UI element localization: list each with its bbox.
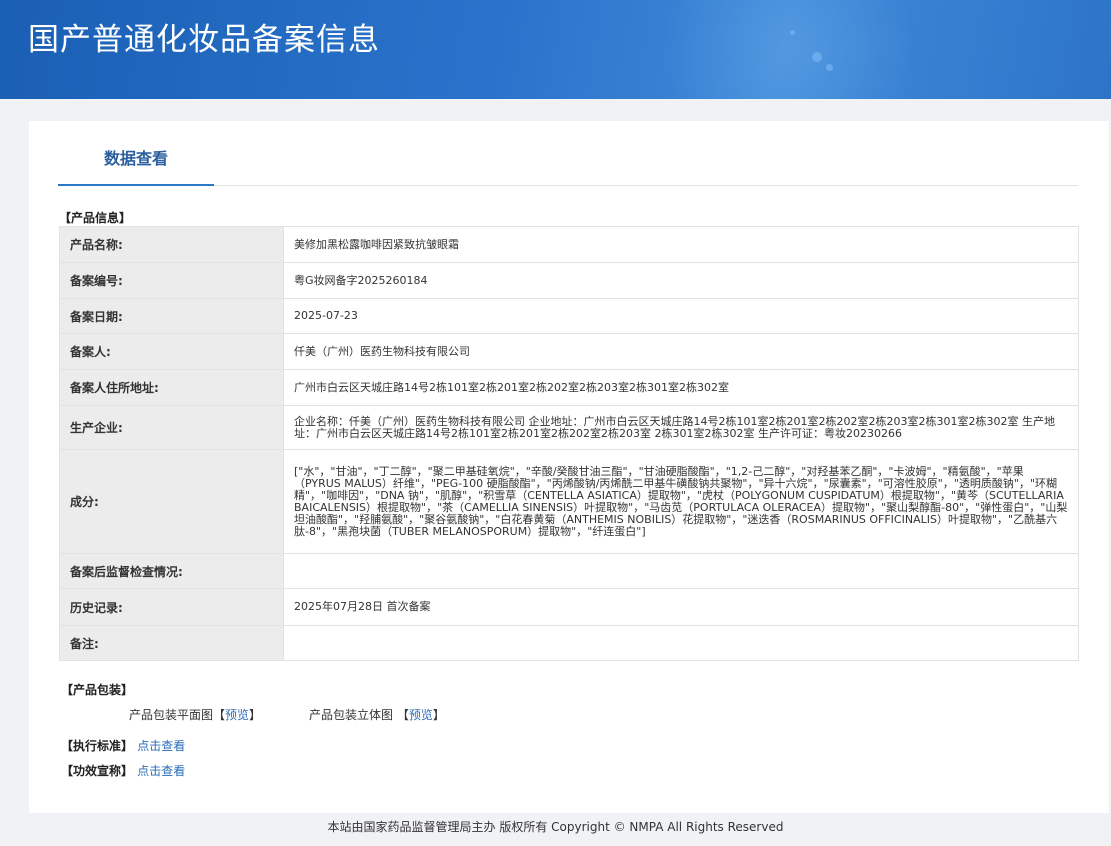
banner-dot bbox=[812, 52, 822, 62]
standard-view-link[interactable]: 点击查看 bbox=[137, 739, 185, 753]
info-row-value: 粤G妆网备字2025260184 bbox=[283, 262, 1079, 299]
product-info-heading: 【产品信息】 bbox=[59, 211, 132, 225]
info-row: 生产企业: 企业名称：仟美（广州）医药生物科技有限公司 企业地址：广州市白云区天城… bbox=[59, 405, 1079, 450]
info-row-value: 广州市白云区天城庄路14号2栋101室2栋201室2栋202室2栋203室2栋3… bbox=[283, 369, 1079, 406]
info-row: 历史记录: 2025年07月28日 首次备案 bbox=[59, 588, 1079, 626]
info-row-value: 2025-07-23 bbox=[283, 298, 1079, 334]
footer-copyright: 本站由国家药品监督管理局主办 版权所有 Copyright © NMPA All… bbox=[327, 820, 784, 834]
info-row: 产品名称: 美修加黑松露咖啡因紧致抗皱眼霜 bbox=[59, 226, 1079, 263]
info-row: 备注: bbox=[59, 625, 1079, 661]
info-row-key: 备案后监督检查情况: bbox=[59, 553, 284, 589]
bracket-close: 】 bbox=[249, 708, 262, 722]
packaging-heading: 【产品包装】 bbox=[61, 683, 134, 697]
info-row-key: 备案编号: bbox=[59, 262, 284, 299]
info-row-value bbox=[283, 625, 1079, 661]
info-row: 备案编号: 粤G妆网备字2025260184 bbox=[59, 262, 1079, 299]
page-title: 国产普通化妆品备案信息 bbox=[28, 22, 380, 58]
bracket-open: 【 bbox=[213, 708, 226, 722]
packaging-solid: 产品包装立体图 【预览】 bbox=[309, 706, 445, 723]
banner-dot bbox=[790, 30, 795, 35]
info-row-key: 产品名称: bbox=[59, 226, 284, 263]
standard-label: 【执行标准】 bbox=[61, 739, 134, 753]
info-row-key: 备案人住所地址: bbox=[59, 369, 284, 406]
bracket-open: 【 bbox=[396, 708, 409, 722]
content-card: 数据查看 【产品信息】 产品名称: 美修加黑松露咖啡因紧致抗皱眼霜 备案编号: 粤G妆… bbox=[29, 121, 1109, 813]
banner-dot bbox=[826, 64, 833, 71]
info-row-key: 备注: bbox=[59, 625, 284, 661]
info-row-value: ["水"，"甘油"，"丁二醇"，"聚二甲基硅氧烷"，"辛酸/癸酸甘油三酯"，"甘… bbox=[283, 449, 1079, 554]
packaging-flat: 产品包装平面图【预览】 bbox=[129, 706, 261, 723]
info-row-value: 2025年07月28日 首次备案 bbox=[283, 588, 1079, 626]
info-row-value: 美修加黑松露咖啡因紧致抗皱眼霜 bbox=[283, 226, 1079, 263]
info-row-key: 备案人: bbox=[59, 333, 284, 370]
preview-solid-link[interactable]: 预览 bbox=[409, 708, 433, 722]
info-row-key: 备案日期: bbox=[59, 298, 284, 334]
packaging-solid-label: 产品包装立体图 bbox=[309, 708, 394, 722]
tab-data-view[interactable]: 数据查看 bbox=[58, 121, 214, 186]
preview-flat-link[interactable]: 预览 bbox=[225, 708, 249, 722]
info-row: 备案人住所地址: 广州市白云区天城庄路14号2栋101室2栋201室2栋202室2… bbox=[59, 369, 1079, 406]
tab-bar: 数据查看 bbox=[58, 121, 1078, 186]
info-row-key: 生产企业: bbox=[59, 405, 284, 450]
header-banner: 国产普通化妆品备案信息 bbox=[0, 0, 1111, 99]
info-row: 备案后监督检查情况: bbox=[59, 553, 1079, 589]
product-info-table: 产品名称: 美修加黑松露咖啡因紧致抗皱眼霜 备案编号: 粤G妆网备字202526018… bbox=[59, 226, 1079, 661]
info-row-value: 企业名称：仟美（广州）医药生物科技有限公司 企业地址：广州市白云区天城庄路14号… bbox=[283, 405, 1079, 450]
banner-glow bbox=[660, 0, 920, 99]
efficacy-row: 【功效宣称】 点击查看 bbox=[61, 762, 185, 779]
efficacy-label: 【功效宣称】 bbox=[61, 764, 134, 778]
packaging-flat-label: 产品包装平面图 bbox=[129, 708, 214, 722]
info-row: 备案日期: 2025-07-23 bbox=[59, 298, 1079, 334]
standard-row: 【执行标准】 点击查看 bbox=[61, 737, 185, 754]
info-row: 成分: ["水"，"甘油"，"丁二醇"，"聚二甲基硅氧烷"，"辛酸/癸酸甘油三酯"… bbox=[59, 449, 1079, 554]
info-row-key: 历史记录: bbox=[59, 588, 284, 626]
bracket-close: 】 bbox=[432, 708, 445, 722]
info-row-key: 成分: bbox=[59, 449, 284, 554]
info-row-value bbox=[283, 553, 1079, 589]
info-row-value: 仟美（广州）医药生物科技有限公司 bbox=[283, 333, 1079, 370]
info-row: 备案人: 仟美（广州）医药生物科技有限公司 bbox=[59, 333, 1079, 370]
efficacy-view-link[interactable]: 点击查看 bbox=[137, 764, 185, 778]
